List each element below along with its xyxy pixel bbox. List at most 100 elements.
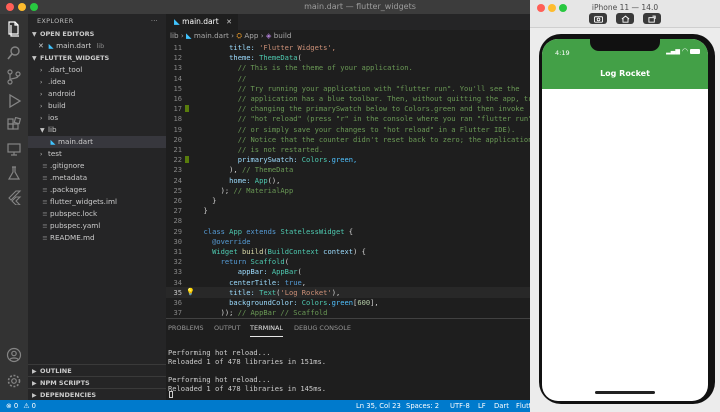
simulator-title: iPhone 11 — 14.0 — [591, 3, 659, 12]
npm-scripts-section[interactable]: ▶ NPM SCRIPTS — [28, 376, 166, 388]
dependencies-section[interactable]: ▶ DEPENDENCIES — [28, 388, 166, 400]
home-button[interactable] — [616, 13, 634, 24]
rotate-icon — [647, 15, 656, 23]
project-section[interactable]: ▼ FLUTTER_WIDGETS — [28, 52, 166, 64]
window-title: main.dart — flutter_widgets — [304, 2, 416, 11]
minimize-window-button[interactable] — [18, 3, 26, 11]
file-tree-item[interactable]: ▼ lib — [28, 124, 166, 136]
file-tree-item[interactable]: ≡ README.md — [28, 232, 166, 244]
line-number: 37 — [173, 308, 182, 318]
camera-icon — [593, 15, 603, 23]
dart-file-icon: ◣ — [50, 138, 56, 146]
app-title: Log Rocket — [600, 69, 650, 78]
home-indicator[interactable] — [595, 391, 655, 394]
close-icon[interactable]: ✕ — [226, 18, 232, 26]
battery-icon — [690, 49, 700, 54]
search-icon[interactable] — [5, 44, 23, 62]
home-icon — [621, 15, 629, 23]
problems-indicator[interactable]: ⊗ 0 ⚠ 0 — [6, 400, 36, 412]
open-editor-item[interactable]: ✕ ◣ main.dart lib — [28, 40, 166, 52]
phone-notch — [590, 39, 660, 51]
tab-debug-console[interactable]: DEBUG CONSOLE — [294, 319, 351, 337]
explorer-icon[interactable] — [5, 20, 23, 38]
terminal-cursor — [169, 391, 173, 398]
file-tree-item[interactable]: ≡ pubspec.yaml — [28, 220, 166, 232]
language-mode[interactable]: Dart — [494, 400, 509, 412]
file-tree-item[interactable]: › .idea — [28, 76, 166, 88]
encoding[interactable]: UTF-8 — [450, 400, 470, 412]
terminal-line: Reloaded 1 of 478 libraries in 151ms. — [168, 357, 327, 366]
file-tree-item[interactable]: ≡ .gitignore — [28, 160, 166, 172]
tab-main-dart[interactable]: ◣ main.dart ✕ — [166, 14, 238, 30]
file-tree: › .dart_tool › .idea › android › build › ios ▼ lib ◣… — [28, 64, 166, 244]
explorer-title: EXPLORER — [37, 17, 74, 25]
explorer-sidebar: EXPLORER ··· ▼ OPEN EDITORS ✕ ◣ main.dart … — [28, 14, 166, 400]
zoom-window-button[interactable] — [30, 3, 38, 11]
rotate-button[interactable] — [643, 13, 661, 24]
outline-section[interactable]: ▶ OUTLINE — [28, 364, 166, 376]
cursor-position[interactable]: Ln 35, Col 23 — [356, 400, 401, 412]
code-text: )); // AppBar // Scaffold — [195, 308, 328, 318]
file-tree-item[interactable]: ◣ main.dart — [28, 136, 166, 148]
open-editor-path: lib — [96, 42, 105, 50]
file-tree-item[interactable]: ≡ pubspec.lock — [28, 208, 166, 220]
file-tree-item[interactable]: › build — [28, 100, 166, 112]
close-window-button[interactable] — [6, 3, 14, 11]
breadcrumb-item[interactable]: lib — [170, 31, 179, 40]
file-icon: ≡ — [42, 222, 48, 230]
wifi-icon: ◠ — [681, 47, 688, 55]
file-icon: ≡ — [42, 162, 48, 170]
file-tree-item[interactable]: ≡ .metadata — [28, 172, 166, 184]
breadcrumb: lib › ◣ main.dart › ⛭ App › ◈ build — [166, 30, 536, 42]
flutter-icon[interactable] — [5, 188, 23, 206]
terminal-line: Performing hot reload... — [168, 348, 271, 357]
dart-file-icon: ◣ — [186, 31, 192, 40]
breadcrumb-item[interactable]: build — [274, 31, 292, 40]
terminal[interactable]: Performing hot reload... Reloaded 1 of 4… — [166, 336, 536, 400]
file-tree-item[interactable]: ≡ flutter_widgets.iml — [28, 196, 166, 208]
file-tree-item[interactable]: › .dart_tool — [28, 64, 166, 76]
terminal-line: Reloaded 1 of 478 libraries in 145ms. — [168, 384, 327, 393]
open-editors-section[interactable]: ▼ OPEN EDITORS — [28, 28, 166, 40]
status-time: 4:19 — [555, 49, 570, 57]
file-tree-item[interactable]: ≡ .packages — [28, 184, 166, 196]
screenshot-button[interactable] — [589, 13, 607, 24]
remote-explorer-icon[interactable] — [5, 140, 23, 158]
terminal-line: Performing hot reload... — [168, 375, 271, 384]
explorer-header: EXPLORER ··· — [28, 14, 166, 28]
extensions-icon[interactable] — [5, 116, 23, 134]
tab-output[interactable]: OUTPUT — [214, 319, 241, 337]
source-control-icon[interactable] — [5, 68, 23, 86]
file-icon: ≡ — [42, 198, 48, 206]
indentation[interactable]: Spaces: 2 — [406, 400, 439, 412]
close-icon[interactable]: ✕ — [38, 42, 44, 50]
run-debug-icon[interactable] — [5, 92, 23, 110]
tab-problems[interactable]: PROBLEMS — [168, 319, 203, 337]
tab-terminal[interactable]: TERMINAL — [250, 319, 284, 337]
warning-icon: ⚠ — [23, 402, 30, 410]
end-of-line[interactable]: LF — [478, 400, 486, 412]
file-tree-item[interactable]: › test — [28, 148, 166, 160]
ios-simulator: iPhone 11 — 14.0 4:19 ▂▄▆ ◠ Log Rocket — [530, 0, 720, 412]
file-icon: ≡ — [42, 174, 48, 182]
code-editor[interactable]: 11 title: 'Flutter Widgets', 12 theme: Th… — [166, 42, 536, 318]
method-icon: ◈ — [265, 31, 272, 40]
panel-tabs: PROBLEMS OUTPUT TERMINAL DEBUG CONSOLE — [166, 318, 536, 337]
gear-icon[interactable] — [5, 372, 23, 390]
phone-screen[interactable]: 4:19 ▂▄▆ ◠ Log Rocket — [542, 39, 708, 401]
simulator-title-bar: iPhone 11 — 14.0 — [530, 0, 720, 28]
file-tree-item[interactable]: › ios — [28, 112, 166, 124]
dart-file-icon: ◣ — [48, 42, 54, 50]
error-icon: ⊗ — [6, 402, 12, 410]
file-icon: ≡ — [42, 234, 48, 242]
signal-icon: ▂▄▆ — [666, 48, 680, 55]
file-tree-item[interactable]: › android — [28, 88, 166, 100]
code-line[interactable]: 37 )); // AppBar // Scaffold — [166, 307, 536, 318]
class-icon: ⛭ — [236, 31, 243, 40]
breadcrumb-item[interactable]: main.dart — [194, 31, 229, 40]
testing-icon[interactable] — [5, 164, 23, 182]
file-icon: ≡ — [42, 210, 48, 218]
more-actions-icon[interactable]: ··· — [151, 14, 158, 28]
breadcrumb-item[interactable]: App — [244, 31, 258, 40]
account-icon[interactable] — [5, 346, 23, 364]
